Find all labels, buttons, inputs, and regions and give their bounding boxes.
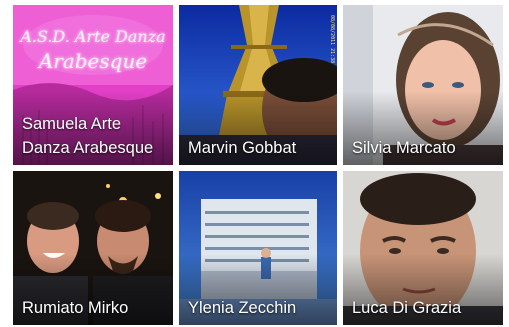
friend-name[interactable]: Ylenia Zecchin: [188, 296, 333, 320]
friend-tile-luca[interactable]: Luca Di Grazia: [343, 171, 503, 325]
logo-line-1: A.S.D. Arte Danza: [20, 27, 166, 46]
friend-name[interactable]: Marvin Gobbat: [188, 136, 333, 160]
friend-name[interactable]: Silvia Marcato: [352, 136, 499, 160]
friend-tile-silvia[interactable]: Silvia Marcato: [343, 5, 503, 165]
friend-tile-marvin[interactable]: 08/08/2011 21:38 Marvin Gobbat: [179, 5, 337, 165]
friend-name[interactable]: Rumiato Mirko: [22, 296, 169, 320]
friends-photo-grid: A.S.D. Arte Danza Arabesque Samuela Arte…: [0, 0, 509, 327]
friend-name[interactable]: Luca Di Grazia: [352, 296, 499, 320]
photo-date-stamp: 08/08/2011 21:38: [329, 15, 335, 64]
friend-tile-samuela[interactable]: A.S.D. Arte Danza Arabesque Samuela Arte…: [13, 5, 173, 165]
friend-tile-ylenia[interactable]: Ylenia Zecchin: [179, 171, 337, 325]
friend-tile-rumiato[interactable]: Rumiato Mirko: [13, 171, 173, 325]
friend-name[interactable]: Samuela Arte Danza Arabesque: [22, 112, 169, 160]
logo-line-2: Arabesque: [38, 49, 148, 73]
